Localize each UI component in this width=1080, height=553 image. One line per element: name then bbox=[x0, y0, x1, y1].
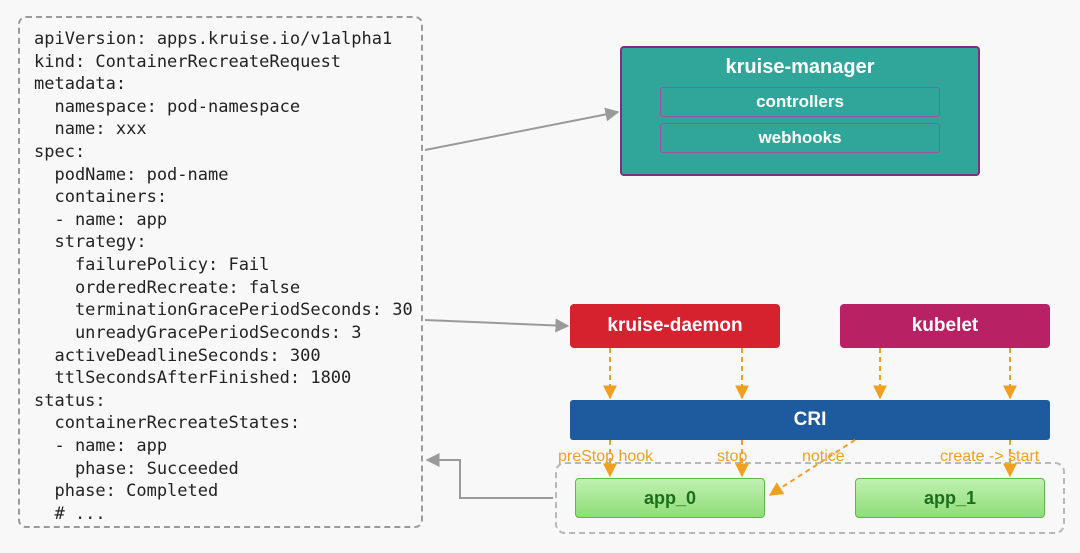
arrow-status-back bbox=[427, 460, 553, 498]
yaml-manifest: apiVersion: apps.kruise.io/v1alpha1 kind… bbox=[18, 16, 423, 528]
kubelet-box: kubelet bbox=[840, 304, 1050, 348]
kruise-manager-controllers: controllers bbox=[660, 87, 940, 117]
app-1-box: app_1 bbox=[855, 478, 1045, 518]
kruise-daemon-label: kruise-daemon bbox=[607, 315, 742, 337]
cri-box: CRI bbox=[570, 400, 1050, 440]
kubelet-label: kubelet bbox=[912, 315, 979, 337]
arrow-yaml-to-manager bbox=[425, 112, 618, 150]
flow-label-notice: notice bbox=[802, 448, 845, 466]
arrow-yaml-to-daemon bbox=[425, 320, 568, 326]
kruise-manager-title: kruise-manager bbox=[622, 56, 978, 79]
flow-label-prestop: preStop hook bbox=[558, 448, 653, 466]
app-1-label: app_1 bbox=[924, 488, 976, 509]
kruise-manager-box: kruise-manager controllers webhooks bbox=[620, 46, 980, 176]
flow-label-stop: stop bbox=[717, 448, 747, 466]
flow-label-create: create -> start bbox=[940, 448, 1039, 466]
cri-label: CRI bbox=[794, 409, 827, 431]
app-0-label: app_0 bbox=[644, 488, 696, 509]
kruise-daemon-box: kruise-daemon bbox=[570, 304, 780, 348]
kruise-manager-webhooks: webhooks bbox=[660, 123, 940, 153]
app-0-box: app_0 bbox=[575, 478, 765, 518]
